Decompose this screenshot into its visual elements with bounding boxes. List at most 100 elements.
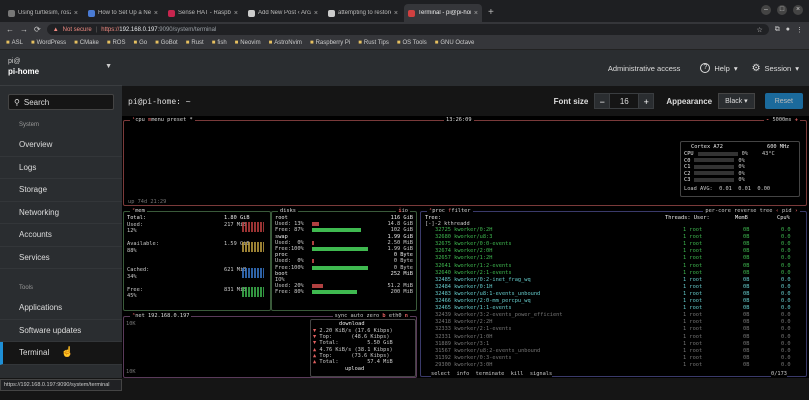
menu-label[interactable]: menu: [151, 117, 164, 123]
refresh-rate[interactable]: 5000ms: [772, 117, 791, 123]
session-menu[interactable]: ⚙ Session ▾: [752, 63, 799, 74]
url-bar[interactable]: ▲ Not secure | https://192.168.0.197:909…: [46, 24, 769, 35]
proc-filter[interactable]: filter: [451, 208, 470, 214]
close-tab-icon[interactable]: ×: [154, 10, 158, 17]
session-label: Session: [764, 63, 792, 73]
sidebar-item-applications[interactable]: Applications: [0, 297, 122, 320]
process-name[interactable]: 32640 kworker/2:1-events: [435, 270, 512, 277]
browser-tab[interactable]: attempting to restore a×: [324, 4, 402, 22]
font-decrease-button[interactable]: −: [594, 93, 611, 109]
bookmark-item[interactable]: ■ OS Tools: [397, 40, 427, 46]
proc-options[interactable]: per-core reverse tree: [705, 208, 772, 214]
close-tab-icon[interactable]: ×: [474, 10, 478, 17]
process-name[interactable]: 32484 kworker/0:1H: [435, 284, 492, 291]
browser-tab[interactable]: Using turtlesim, ros2, and×: [4, 4, 82, 22]
menu-icon[interactable]: ⋮: [796, 26, 803, 34]
process-name[interactable]: 29300 kworker/3:0H: [435, 362, 492, 369]
io-toggle[interactable]: io: [402, 208, 408, 214]
bookmark-icon: ■: [234, 40, 239, 46]
bookmark-item[interactable]: ■ Rust Tips: [358, 40, 389, 46]
close-window-icon[interactable]: ×: [793, 5, 803, 15]
disk-boot-value: 252 MiB: [390, 270, 413, 277]
process-name[interactable]: 32657 kworker/1:2H: [435, 256, 492, 262]
close-tab-icon[interactable]: ×: [314, 10, 318, 17]
cpu-row: C1 0%: [684, 164, 745, 170]
process-name[interactable]: 31392 kworker/0:3-events: [435, 355, 512, 362]
bookmark-item[interactable]: ■ CMake: [74, 40, 99, 46]
process-name[interactable]: 32641 kworker/1:2-events: [435, 263, 512, 270]
help-menu[interactable]: ? Help ▾: [700, 63, 738, 73]
process-name[interactable]: 32418 kworker/2:2H: [435, 320, 492, 326]
search-icon: ⚲: [14, 97, 20, 107]
browser-tab[interactable]: Terminal - pi@pi-home×: [404, 4, 482, 22]
proc-footer[interactable]: select info terminate kill signals: [431, 371, 552, 377]
process-name[interactable]: 32333 kworker/2:1-events: [435, 327, 512, 333]
sidebar-item-storage[interactable]: Storage: [0, 179, 122, 202]
process-user: 1 root: [683, 234, 703, 241]
process-name[interactable]: 32466 kworker/2:0-mm_percpu_wq: [435, 298, 531, 305]
process-mem: 0B: [743, 276, 750, 283]
back-icon[interactable]: ←: [6, 25, 14, 34]
bookmark-item[interactable]: ■ ASL: [6, 40, 23, 46]
process-name[interactable]: 32483 kworker/u8:1-events_unbound: [435, 291, 540, 298]
search-input[interactable]: ⚲ Search: [8, 94, 114, 110]
minimize-icon[interactable]: –: [761, 5, 771, 15]
font-increase-button[interactable]: +: [638, 93, 655, 109]
bookmark-item[interactable]: ■ Raspberry Pi: [310, 40, 350, 46]
bookmark-star-icon[interactable]: ☆: [756, 26, 762, 34]
cpu-row: C3 0%: [684, 177, 745, 183]
terminal-screen[interactable]: ¹cpu mmenu preset * 13:26:09 - 5000ms + …: [122, 116, 809, 378]
profile-icon[interactable]: ●: [786, 26, 790, 33]
extensions-icon[interactable]: ⧉: [775, 26, 780, 34]
reload-icon[interactable]: ⟳: [34, 25, 41, 34]
sidebar-item-terminal[interactable]: Terminal ☝: [0, 342, 122, 365]
process-name[interactable]: 32439 kworker/3:2-events_power_efficient: [435, 313, 563, 319]
proc-title: proc: [432, 208, 445, 214]
maximize-icon[interactable]: □: [777, 5, 787, 15]
bookmark-item[interactable]: ■ ROS: [107, 40, 126, 46]
preset-label[interactable]: preset *: [167, 117, 193, 123]
browser-tab[interactable]: Sense HAT - Raspberry Pi×: [164, 4, 242, 22]
browser-tab[interactable]: Add New Post ‹ Arcane×: [244, 4, 322, 22]
bookmark-item[interactable]: ■ AstroNvim: [269, 40, 302, 46]
process-name[interactable]: 32674 kworker/2:0H: [435, 249, 492, 255]
proc-sort[interactable]: pid: [782, 208, 792, 214]
reset-button[interactable]: Reset: [764, 93, 803, 109]
font-size-value[interactable]: 16: [610, 93, 639, 109]
bookmark-item[interactable]: ■ GoBot: [155, 40, 178, 46]
bookmark-item[interactable]: ■ GNU Octave: [435, 40, 475, 46]
process-name[interactable]: 32725 kworker/0:2H: [435, 227, 492, 234]
appearance-label: Appearance: [666, 96, 713, 106]
process-name[interactable]: 32331 kworker/1:0H: [435, 334, 492, 341]
sidebar-item-overview[interactable]: Overview: [0, 134, 122, 157]
bookmark-item[interactable]: ■ Go: [133, 40, 147, 46]
close-tab-icon[interactable]: ×: [74, 10, 78, 17]
bookmark-item[interactable]: ■ Neovim: [235, 40, 261, 46]
admin-access-button[interactable]: Administrative access: [608, 64, 681, 73]
sidebar-item-accounts[interactable]: Accounts: [0, 224, 122, 247]
process-name[interactable]: 32485 kworker/0:2-inet_frag_wq: [435, 277, 531, 284]
process-mem: 0B: [743, 234, 750, 241]
bookmark-item[interactable]: ■ fish: [212, 40, 227, 46]
browser-tab[interactable]: How to Set Up a Network×: [84, 4, 162, 22]
sidebar-item-logs[interactable]: Logs: [0, 157, 122, 179]
sidebar-item-networking[interactable]: Networking: [0, 202, 122, 224]
sidebar-item-software-updates[interactable]: Software updates: [0, 320, 122, 342]
appearance-select[interactable]: Black ▾: [718, 93, 755, 109]
cpu-usage-bar: [694, 158, 735, 162]
process-name[interactable]: 31567 kworker/u8:2-events_unbound: [435, 348, 540, 355]
host-switcher[interactable]: pi@ pi-home ▼: [0, 50, 122, 86]
process-name[interactable]: 32675 kworker/0:0-events: [435, 242, 512, 248]
process-user: 1 root: [683, 312, 703, 319]
process-name[interactable]: 31889 kworker/3:1: [435, 341, 489, 348]
bookmark-item[interactable]: ■ WordPress: [31, 40, 66, 46]
close-tab-icon[interactable]: ×: [394, 10, 398, 17]
close-tab-icon[interactable]: ×: [234, 10, 238, 17]
process-name[interactable]: 32680 kworker/u8:3: [435, 234, 492, 241]
process-name[interactable]: 32465 kworker/1:1-events: [435, 305, 512, 312]
forward-icon[interactable]: →: [20, 25, 28, 34]
search-placeholder: Search: [23, 97, 50, 107]
sidebar-item-services[interactable]: Services: [0, 247, 122, 269]
new-tab-button[interactable]: +: [484, 4, 498, 22]
bookmark-item[interactable]: ■ Rust: [186, 40, 204, 46]
